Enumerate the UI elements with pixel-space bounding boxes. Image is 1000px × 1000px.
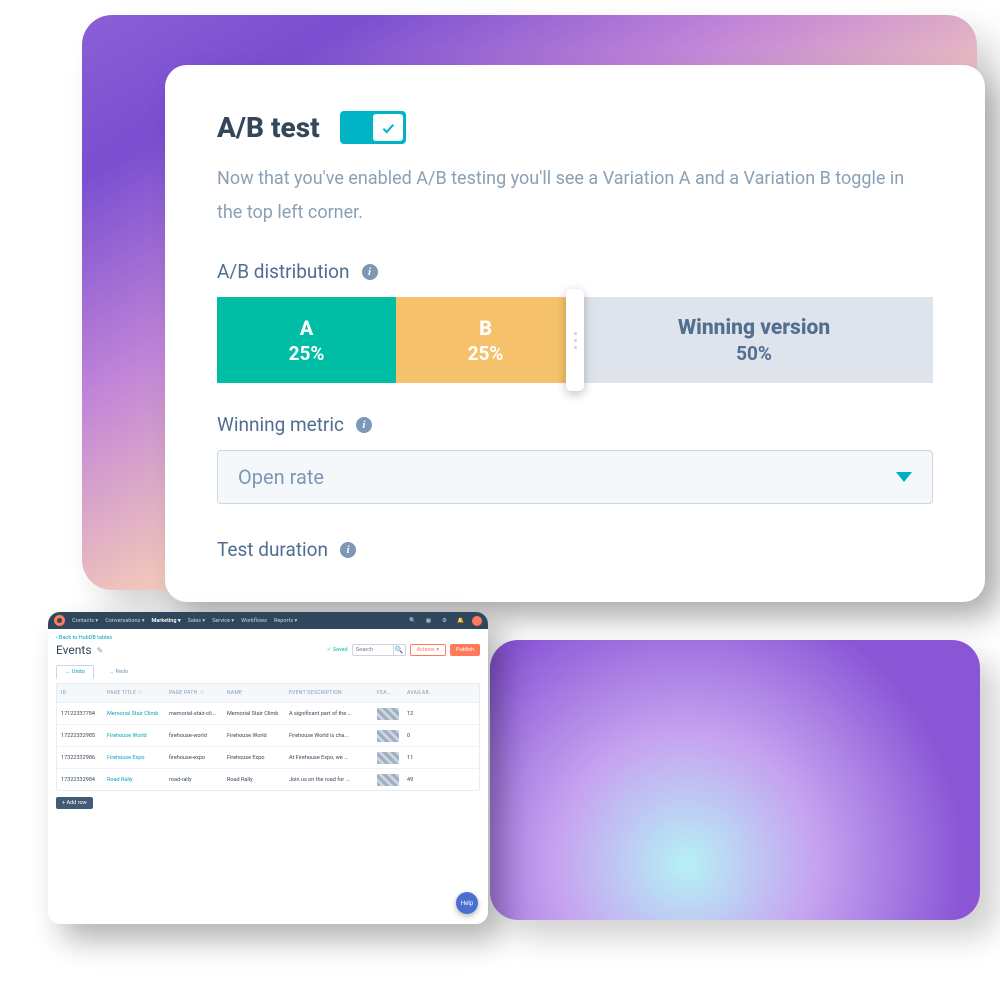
col-fea: FEA...: [377, 690, 407, 696]
col-page-path: PAGE PATH⇅: [169, 690, 227, 696]
segment-a-pct: 25%: [289, 342, 325, 365]
segment-b-label: B: [479, 316, 492, 340]
search-icon[interactable]: 🔍: [393, 644, 405, 656]
ab-test-description: Now that you've enabled A/B testing you'…: [217, 162, 933, 230]
chevron-down-icon: [896, 472, 912, 482]
segment-a[interactable]: A 25%: [217, 297, 396, 383]
col-desc: EVENT DESCRIPTION: [289, 690, 377, 696]
test-duration-label: Test duration: [217, 538, 328, 561]
test-duration-label-row: Test duration i: [217, 538, 933, 561]
table-row[interactable]: 17322332986 Firehouse Expo firehouse-exp…: [57, 746, 479, 768]
distribution-label-row: A/B distribution i: [217, 260, 933, 283]
segment-winning-label: Winning version: [678, 316, 830, 340]
segment-winning[interactable]: Winning version 50%: [575, 297, 933, 383]
nav-workflows[interactable]: Workflows: [241, 618, 267, 624]
nav-reports[interactable]: Reports ▾: [274, 618, 297, 624]
ab-test-toggle[interactable]: [340, 111, 406, 144]
breadcrumb[interactable]: ‹ Back to HubDB tables: [56, 635, 480, 641]
settings-icon[interactable]: ⚙: [440, 616, 449, 625]
nav-sales[interactable]: Sales ▾: [188, 618, 205, 624]
col-id: ID: [61, 690, 107, 696]
ab-test-panel: A/B test Now that you've enabled A/B tes…: [165, 65, 985, 602]
notifications-icon[interactable]: 🔔: [456, 616, 465, 625]
thumbnail-icon: [377, 708, 399, 720]
segment-b[interactable]: B 25%: [396, 297, 575, 383]
thumbnail-icon: [377, 774, 399, 786]
publish-button[interactable]: Publish: [450, 644, 480, 656]
actions-button[interactable]: Actions ▾: [410, 644, 446, 656]
segment-b-pct: 25%: [468, 342, 504, 365]
search-icon[interactable]: 🔍: [408, 616, 417, 625]
col-avail: AVAILAB...: [407, 690, 437, 696]
distribution-handle[interactable]: [566, 289, 584, 391]
marketplace-icon[interactable]: ▦: [424, 616, 433, 625]
table-row[interactable]: 17322332984 Road Rally road-rally Road R…: [57, 768, 479, 790]
redo-button[interactable]: → Redo: [100, 665, 137, 679]
undo-button[interactable]: ← Undo: [56, 665, 94, 679]
thumbnail-icon: [377, 730, 399, 742]
search-input-wrapper: 🔍: [352, 644, 406, 656]
top-nav: Contacts ▾ Conversations ▾ Marketing ▾ S…: [48, 612, 488, 629]
events-table: ID PAGE TITLE⇅ PAGE PATH⇅ NAME EVENT DES…: [56, 683, 480, 791]
edit-icon[interactable]: ✎: [97, 646, 104, 655]
table-row[interactable]: 17122337784 Memorial Stair Climb memoria…: [57, 702, 479, 724]
nav-contacts[interactable]: Contacts ▾: [72, 618, 98, 624]
ab-test-title: A/B test: [217, 111, 320, 144]
page-title: Events ✎: [56, 643, 103, 657]
hubspot-logo-icon[interactable]: [54, 615, 65, 626]
winning-metric-value: Open rate: [238, 465, 324, 489]
nav-marketing[interactable]: Marketing ▾: [151, 618, 180, 624]
table-row[interactable]: 17222332985 Firehouse World firehouse-wo…: [57, 724, 479, 746]
add-row-button[interactable]: + Add row: [56, 797, 93, 809]
gradient-backdrop-bottom: [490, 640, 980, 920]
winning-metric-label-row: Winning metric i: [217, 413, 933, 436]
thumbnail-icon: [377, 752, 399, 764]
segment-a-label: A: [300, 316, 314, 340]
avatar[interactable]: [472, 616, 482, 626]
distribution-label: A/B distribution: [217, 260, 350, 283]
info-icon[interactable]: i: [362, 264, 378, 280]
nav-service[interactable]: Service ▾: [212, 618, 234, 624]
events-panel: Contacts ▾ Conversations ▾ Marketing ▾ S…: [48, 612, 488, 924]
nav-conversations[interactable]: Conversations ▾: [105, 618, 144, 624]
col-page-title: PAGE TITLE⇅: [107, 690, 169, 696]
search-input[interactable]: [353, 647, 393, 653]
winning-metric-select[interactable]: Open rate: [217, 450, 933, 504]
distribution-bar: A 25% B 25% Winning version 50%: [217, 297, 933, 383]
table-header: ID PAGE TITLE⇅ PAGE PATH⇅ NAME EVENT DES…: [57, 684, 479, 702]
help-button[interactable]: Help: [456, 892, 478, 914]
winning-metric-label: Winning metric: [217, 413, 344, 436]
toggle-knob: [373, 114, 403, 141]
segment-winning-pct: 50%: [736, 342, 772, 365]
col-name: NAME: [227, 690, 289, 696]
check-icon: [380, 120, 396, 136]
info-icon[interactable]: i: [356, 417, 372, 433]
saved-status: ✓ Saved: [327, 647, 348, 653]
info-icon[interactable]: i: [340, 542, 356, 558]
